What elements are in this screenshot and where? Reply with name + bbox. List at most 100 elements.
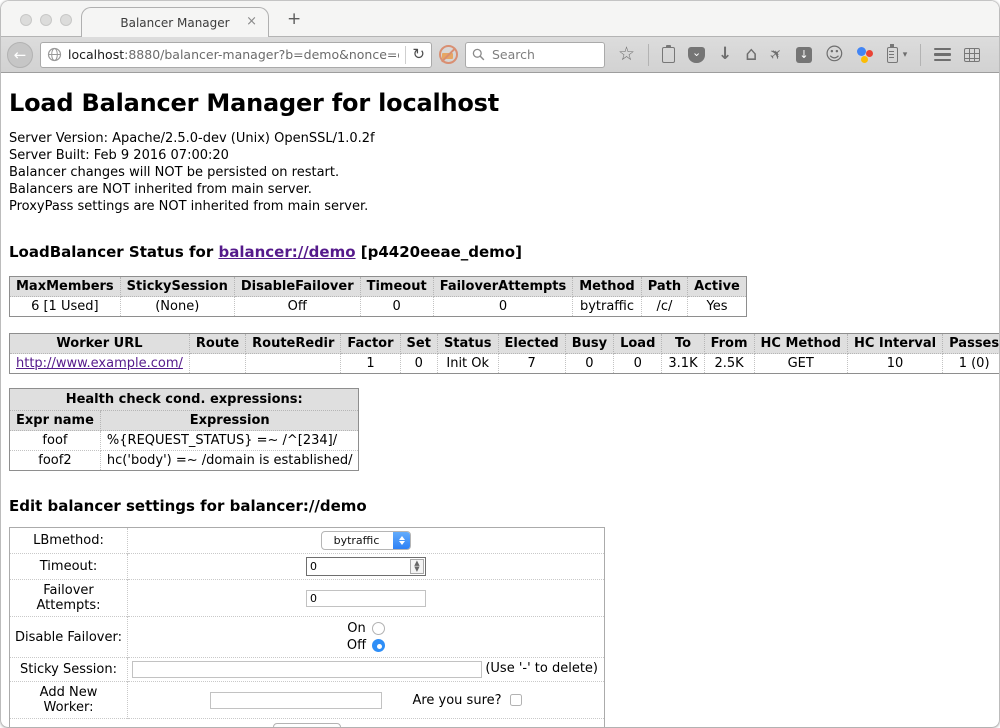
col-header: Route <box>189 334 245 354</box>
timeout-input[interactable] <box>307 560 410 573</box>
confirm-label: Are you sure? <box>412 693 501 708</box>
bookmark-star-icon[interactable]: ☆ <box>618 46 635 63</box>
chevron-down-icon[interactable]: ▾ <box>903 50 908 60</box>
stepper-down-icon[interactable]: ▼ <box>414 567 419 573</box>
toolbar-separator <box>648 44 649 66</box>
disable-failover-off-radio[interactable] <box>372 639 385 652</box>
worker-table: Worker URL Route RouteRedir Factor Set S… <box>9 333 999 374</box>
new-tab-button[interactable]: + <box>287 11 301 28</box>
cell-to: 3.1K <box>662 354 704 374</box>
col-header: Active <box>688 277 747 297</box>
tab-close-icon[interactable]: × <box>246 15 257 29</box>
balancer-settings-form: LBmethod: bytraffic Timeout: ▲▼ <box>9 527 605 727</box>
cell-active: Yes <box>688 297 747 317</box>
inherit-notice-line: Balancers are NOT inherited from main se… <box>9 181 989 198</box>
table-row: foof2 hc('body') =~ /domain is establish… <box>10 451 359 471</box>
cell-maxmembers: 6 [1 Used] <box>10 297 121 317</box>
col-header: Path <box>641 277 687 297</box>
confirm-checkbox[interactable] <box>510 694 522 706</box>
col-header: DisableFailover <box>234 277 360 297</box>
balancer-status-table: MaxMembers StickySession DisableFailover… <box>9 276 747 317</box>
col-header: MaxMembers <box>10 277 121 297</box>
sticky-session-note: (Use '-' to delete) <box>485 661 598 676</box>
cell-expr-name: foof2 <box>10 451 101 471</box>
cell-path: /c/ <box>641 297 687 317</box>
proxypass-notice-line: ProxyPass settings are NOT inherited fro… <box>9 198 989 215</box>
multicolor-extension-icon[interactable] <box>857 46 874 63</box>
grid-extension-icon[interactable] <box>964 48 980 62</box>
minimize-window-button[interactable] <box>40 14 52 26</box>
toolbar-icons: ☆ ⌄ ↓ ⌂ ✈ ↓ ☺ ▾ <box>618 44 980 66</box>
stepper-arrows-icon[interactable]: ▲▼ <box>410 559 424 574</box>
cell-set: 0 <box>400 354 437 374</box>
search-input[interactable] <box>490 46 590 63</box>
col-header: Busy <box>565 334 613 354</box>
radio-on-label: On <box>347 621 365 636</box>
col-header: Worker URL <box>10 334 190 354</box>
radio-off-label: Off <box>347 638 366 653</box>
feedback-smiley-icon[interactable]: ☺ <box>825 46 844 63</box>
search-icon <box>472 48 485 61</box>
table-header-row: Worker URL Route RouteRedir Factor Set S… <box>10 334 1000 354</box>
col-header: Load <box>614 334 662 354</box>
reload-icon[interactable]: ↻ <box>412 47 425 62</box>
add-worker-input[interactable] <box>210 692 382 709</box>
tab-balancer-manager[interactable]: Balancer Manager × <box>81 7 269 37</box>
url-text[interactable]: localhost:8880/balancer-manager?b=demo&n… <box>68 47 399 62</box>
close-window-button[interactable] <box>20 14 32 26</box>
cell-failoverattempts: 0 <box>433 297 573 317</box>
health-check-table: Health check cond. expressions: Expr nam… <box>9 388 359 471</box>
zoom-window-button[interactable] <box>60 14 72 26</box>
content-blocker-icon[interactable] <box>439 45 458 64</box>
tab-bar: Balancer Manager × + <box>1 1 999 37</box>
save-page-icon[interactable]: ↓ <box>796 47 812 63</box>
form-row-timeout: Timeout: ▲▼ <box>10 554 605 580</box>
navigation-toolbar: ← localhost:8880/balancer-manager?b=demo… <box>1 37 999 73</box>
radio-on-row: On <box>132 620 600 637</box>
server-info: Server Version: Apache/2.5.0-dev (Unix) … <box>9 130 989 215</box>
url-divider <box>405 46 406 64</box>
sticky-session-input[interactable] <box>132 661 482 678</box>
back-button[interactable]: ← <box>7 42 33 68</box>
home-icon[interactable]: ⌂ <box>745 46 757 63</box>
col-header: Elected <box>498 334 565 354</box>
disable-failover-on-radio[interactable] <box>372 622 385 635</box>
lbmethod-select[interactable]: bytraffic <box>321 531 412 550</box>
url-bar[interactable]: localhost:8880/balancer-manager?b=demo&n… <box>40 42 432 68</box>
cell-worker-url: http://www.example.com/ <box>10 354 190 374</box>
status-heading-suffix: [p4420eeae_demo] <box>356 243 522 261</box>
col-header: FailoverAttempts <box>433 277 573 297</box>
failover-attempts-input[interactable] <box>306 590 426 607</box>
table-row: foof %{REQUEST_STATUS} =~ /^[234]/ <box>10 431 359 451</box>
table-title-row: Health check cond. expressions: <box>10 389 359 411</box>
cell-disablefailover: Off <box>234 297 360 317</box>
table-header-row: MaxMembers StickySession DisableFailover… <box>10 277 747 297</box>
globe-icon <box>47 47 62 62</box>
clipboard-icon[interactable] <box>662 47 675 63</box>
downloads-icon[interactable]: ↓ <box>718 46 732 63</box>
menu-icon[interactable] <box>934 48 951 62</box>
cell-timeout: 0 <box>360 297 433 317</box>
sidebar-clipboard-icon[interactable] <box>887 47 898 63</box>
page-title: Load Balancer Manager for localhost <box>9 89 989 117</box>
col-header: HC Method <box>754 334 847 354</box>
pocket-icon[interactable]: ⌄ <box>688 47 705 63</box>
cell-expr-name: foof <box>10 431 101 451</box>
cell-routeredir <box>246 354 341 374</box>
search-bar[interactable] <box>465 42 605 68</box>
table-header-row: Expr name Expression <box>10 411 359 431</box>
server-version-line: Server Version: Apache/2.5.0-dev (Unix) … <box>9 130 989 147</box>
col-header: To <box>662 334 704 354</box>
submit-button[interactable]: Submit <box>273 723 342 727</box>
cell-from: 2.5K <box>704 354 754 374</box>
toolbar-separator <box>920 44 921 66</box>
cell-busy: 0 <box>565 354 613 374</box>
col-header: StickySession <box>120 277 234 297</box>
send-tab-icon[interactable]: ✈ <box>766 44 787 65</box>
balancer-demo-link[interactable]: balancer://demo <box>218 243 355 261</box>
cell-hc-method: GET <box>754 354 847 374</box>
disable-failover-label: Disable Failover: <box>10 617 128 658</box>
timeout-stepper[interactable]: ▲▼ <box>306 557 426 576</box>
status-heading-prefix: LoadBalancer Status for <box>9 243 218 261</box>
worker-url-link[interactable]: http://www.example.com/ <box>16 356 183 371</box>
